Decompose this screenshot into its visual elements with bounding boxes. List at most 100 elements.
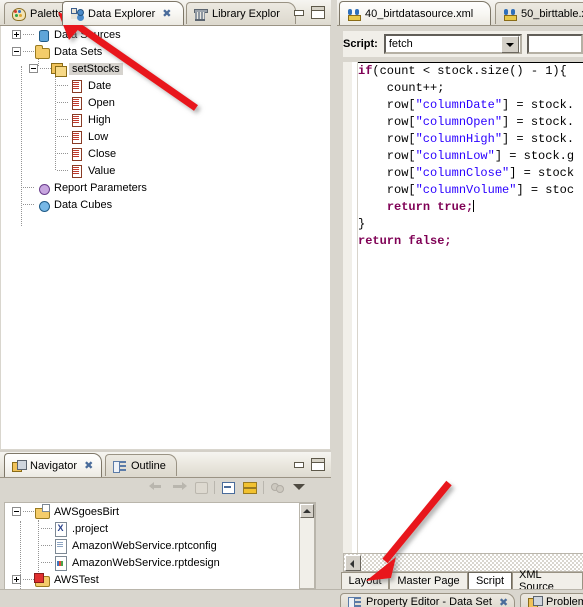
tree-item-awstest[interactable]: AWSTest	[5, 571, 315, 588]
tree-connector	[40, 67, 51, 70]
column-icon	[68, 112, 84, 127]
tree-connector	[23, 50, 34, 53]
view-menu-icon[interactable]	[290, 479, 308, 495]
collapse-icon[interactable]	[12, 507, 21, 516]
navigator-toolbar	[148, 479, 308, 495]
tree-item-project-file[interactable]: .project	[5, 520, 315, 537]
tree-item-label: Low	[88, 130, 109, 143]
code-line: return true;	[358, 199, 583, 216]
secondary-dropdown[interactable]	[526, 34, 583, 54]
close-icon[interactable]: ✖	[84, 459, 93, 472]
tree-item-rptdesign[interactable]: AmazonWebService.rptdesign	[5, 554, 315, 571]
expand-icon[interactable]	[12, 575, 21, 584]
code-line: return false;	[358, 233, 583, 250]
filter-icon[interactable]	[268, 479, 286, 495]
tree-item-label: AmazonWebService.rptconfig	[72, 539, 217, 552]
tab-problems[interactable]: Problem	[520, 593, 583, 607]
code-text: row[	[358, 132, 416, 146]
script-code-editor[interactable]: if(count < stock.size() - 1){ count++; r…	[358, 62, 583, 554]
tab-outline[interactable]: Outline	[105, 454, 177, 476]
column-icon	[68, 163, 84, 178]
close-icon[interactable]: ✖	[162, 7, 171, 20]
tree-item-label: Value	[88, 164, 116, 177]
tree-item-column-close[interactable]: Close	[1, 145, 330, 162]
tree-item-column-open[interactable]: Open	[1, 94, 330, 111]
toolbar-separator	[263, 480, 264, 494]
tree-item-data-sources[interactable]: Data Sources	[1, 26, 330, 43]
navigator-tree[interactable]: AWSgoesBirt .project AmazonWebService.rp…	[4, 502, 316, 590]
tree-item-column-date[interactable]: Date	[1, 77, 330, 94]
collapse-icon[interactable]	[12, 47, 21, 56]
property-editor-icon	[347, 595, 362, 607]
tab-master-page[interactable]: Master Page	[389, 572, 468, 590]
minimize-icon[interactable]	[292, 6, 306, 19]
code-keyword: return true;	[386, 200, 474, 214]
expand-icon[interactable]	[12, 30, 21, 39]
tab-navigator-label: Navigator	[30, 459, 78, 472]
tree-connector	[57, 169, 68, 172]
up-icon[interactable]	[192, 479, 210, 495]
eclipse-workbench: Palette Data Explorer ✖ Library Explor D…	[0, 0, 583, 607]
tree-item-label: setStocks	[69, 62, 123, 75]
maximize-icon[interactable]	[311, 458, 325, 471]
code-text: ] = stock.	[502, 132, 575, 146]
tree-item-report-parameters[interactable]: Report Parameters	[1, 179, 330, 196]
tree-connector	[23, 203, 34, 206]
tab-library-explorer[interactable]: Library Explor	[186, 2, 296, 24]
tree-item-rptconfig[interactable]: AmazonWebService.rptconfig	[5, 537, 315, 554]
dataset-icon	[51, 61, 68, 77]
tab-layout-label: Layout	[348, 575, 382, 587]
chevron-down-icon[interactable]	[500, 35, 519, 53]
tree-connector	[57, 135, 68, 138]
toolbar-separator	[214, 480, 215, 494]
code-string: "columnOpen"	[415, 115, 503, 129]
tree-item-column-low[interactable]: Low	[1, 128, 330, 145]
tab-script[interactable]: Script	[468, 572, 512, 590]
tree-item-setstocks[interactable]: setStocks	[1, 60, 330, 77]
tree-item-column-value[interactable]: Value	[1, 162, 330, 179]
tree-item-label: Open	[88, 96, 115, 109]
tab-50-birttable-label: 50_birttable.x	[521, 7, 583, 20]
tab-50-birttable[interactable]: 50_birttable.x	[495, 2, 583, 24]
minimize-icon[interactable]	[292, 458, 306, 471]
tree-item-awsgoesbirt[interactable]: AWSgoesBirt	[5, 503, 315, 520]
tree-item-data-cubes[interactable]: Data Cubes	[1, 196, 330, 213]
tab-property-editor[interactable]: Property Editor - Data Set ✖	[340, 593, 515, 607]
script-dropdown[interactable]: fetch	[383, 34, 522, 54]
forward-icon[interactable]	[170, 479, 188, 495]
tab-palette-label: Palette	[30, 7, 65, 20]
link-with-editor-icon[interactable]	[241, 479, 259, 495]
code-text: row[	[358, 98, 416, 112]
scroll-up-icon[interactable]	[300, 504, 314, 518]
close-icon[interactable]: ✖	[499, 596, 508, 607]
code-keyword: if	[358, 64, 373, 78]
code-string: "columnHigh"	[415, 132, 503, 146]
code-string: "columnLow"	[415, 149, 495, 163]
navigator-vscrollbar[interactable]	[299, 503, 315, 589]
report-parameters-icon	[34, 180, 50, 195]
data-explorer-window-controls	[292, 6, 325, 19]
tab-40-birtdatasource-label: 40_birtdatasource.xml	[365, 7, 474, 20]
tree-item-column-high[interactable]: High	[1, 111, 330, 128]
tree-item-data-sets[interactable]: Data Sets	[1, 43, 330, 60]
library-explorer-icon	[193, 7, 208, 21]
tab-layout[interactable]: Layout	[341, 572, 389, 590]
code-text: row[	[358, 183, 416, 197]
data-explorer-tree[interactable]: Data Sources Data Sets setStocks Date Op…	[1, 26, 330, 449]
code-line: }	[358, 216, 583, 233]
code-string: "columnClose"	[415, 166, 510, 180]
tab-40-birtdatasource[interactable]: 40_birtdatasource.xml	[339, 1, 491, 25]
collapse-all-icon[interactable]	[219, 479, 237, 495]
code-string: "columnVolume"	[415, 183, 517, 197]
tree-connector	[41, 527, 52, 530]
tab-data-explorer[interactable]: Data Explorer ✖	[62, 1, 184, 25]
maximize-icon[interactable]	[311, 6, 325, 19]
back-icon[interactable]	[148, 479, 166, 495]
code-text: ] = stock	[509, 166, 575, 180]
tab-navigator[interactable]: Navigator ✖	[4, 453, 102, 477]
collapse-icon[interactable]	[29, 64, 38, 73]
tab-xml-source[interactable]: XML Source	[512, 569, 583, 593]
tree-item-label: AWSgoesBirt	[54, 505, 120, 518]
scroll-left-icon[interactable]	[345, 555, 361, 571]
